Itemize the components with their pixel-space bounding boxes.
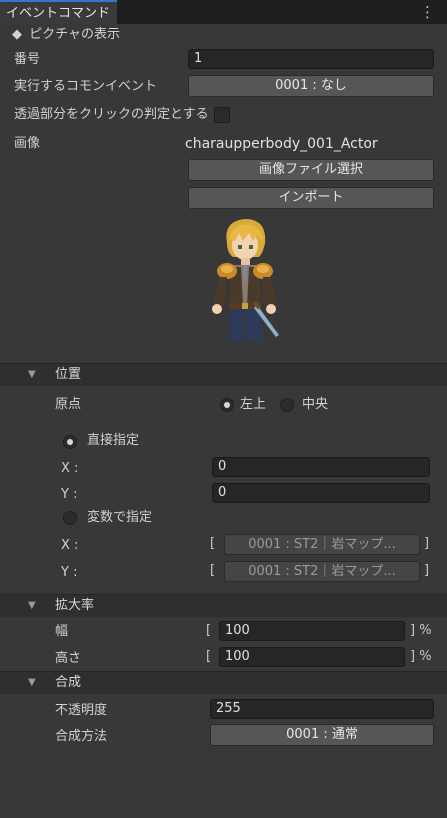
- scale-height-bracket-open: [: [206, 649, 212, 664]
- import-button[interactable]: インポート: [188, 187, 434, 209]
- number-field[interactable]: 1: [188, 49, 434, 69]
- collapse-triangle-icon[interactable]: ▼: [28, 672, 36, 694]
- blend-mode-label: 合成方法: [55, 729, 108, 744]
- collapse-triangle-icon[interactable]: ▼: [28, 364, 36, 386]
- var-x-label: X :: [61, 538, 79, 553]
- image-file-name: charaupperbody_001_Actor: [185, 136, 378, 152]
- direct-specify-radio[interactable]: [63, 435, 77, 449]
- variable-specify-label: 変数で指定: [87, 510, 153, 525]
- var-y-select-button[interactable]: 0001 : ST2｜岩マップ...: [224, 561, 420, 582]
- var-x-bracket-close: ]: [424, 536, 430, 551]
- image-label: 画像: [14, 136, 41, 151]
- var-y-bracket-open: [: [210, 563, 216, 578]
- collapse-triangle-icon[interactable]: ▼: [28, 595, 36, 617]
- command-title: ◆ ピクチャの表示: [12, 25, 120, 45]
- blend-mode-select-button[interactable]: 0001 : 通常: [210, 724, 434, 746]
- number-label: 番号: [14, 52, 41, 67]
- variable-specify-radio[interactable]: [63, 511, 77, 525]
- opacity-label: 不透明度: [55, 703, 108, 718]
- origin-top-left-label: 左上: [240, 397, 267, 412]
- y-label: Y :: [61, 487, 78, 502]
- character-preview-image: [205, 213, 285, 341]
- scale-height-field[interactable]: 100: [219, 647, 405, 667]
- position-section-label: 位置: [55, 367, 82, 382]
- origin-center-label: 中央: [302, 397, 329, 412]
- x-field[interactable]: 0: [212, 457, 430, 477]
- var-x-select-button[interactable]: 0001 : ST2｜岩マップ...: [224, 534, 420, 555]
- command-title-text: ピクチャの表示: [29, 27, 121, 42]
- scale-width-bracket-open: [: [206, 623, 212, 638]
- var-y-bracket-close: ]: [424, 563, 430, 578]
- x-label: X :: [61, 461, 79, 476]
- y-field[interactable]: 0: [212, 483, 430, 503]
- select-image-file-button[interactable]: 画像ファイル選択: [188, 159, 434, 181]
- scale-height-bracket-close: ] %: [410, 649, 432, 664]
- common-event-label: 実行するコモンイベント: [14, 79, 158, 94]
- click-transparent-label: 透過部分をクリックの判定とする: [14, 107, 209, 122]
- scale-width-field[interactable]: 100: [219, 621, 405, 641]
- origin-top-left-radio[interactable]: [220, 398, 234, 412]
- tab-event-command[interactable]: イベントコマンド: [0, 0, 117, 24]
- scale-height-label: 高さ: [55, 651, 82, 666]
- scale-width-bracket-close: ] %: [410, 623, 432, 638]
- blend-section-label: 合成: [55, 675, 82, 690]
- origin-center-radio[interactable]: [280, 398, 294, 412]
- direct-specify-label: 直接指定: [87, 433, 140, 448]
- more-menu-icon[interactable]: ⋮: [420, 2, 435, 22]
- common-event-select-button[interactable]: 0001 : なし: [188, 75, 434, 97]
- var-y-label: Y :: [61, 565, 78, 580]
- opacity-field[interactable]: 255: [210, 699, 434, 719]
- diamond-icon: ◆: [12, 27, 22, 42]
- scale-section-label: 拡大率: [55, 598, 95, 613]
- scale-width-label: 幅: [55, 624, 69, 639]
- origin-label: 原点: [55, 397, 82, 412]
- click-transparent-checkbox[interactable]: [214, 107, 230, 123]
- var-x-bracket-open: [: [210, 536, 216, 551]
